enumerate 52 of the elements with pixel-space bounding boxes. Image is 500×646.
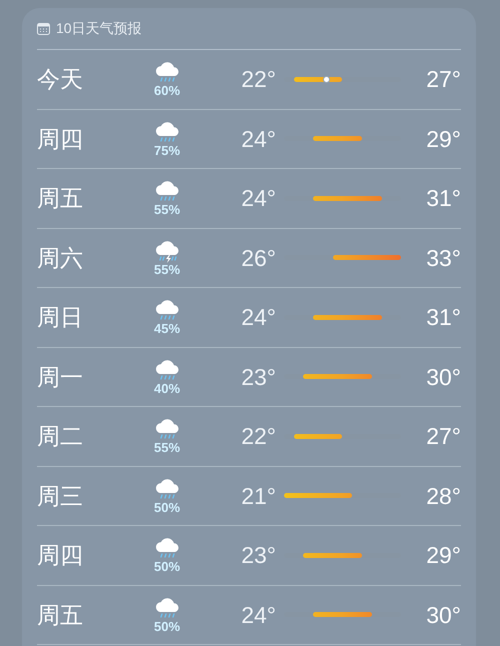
low-temperature: 24°: [240, 124, 277, 154]
high-temperature: 29°: [425, 541, 461, 570]
day-label: 周四: [37, 541, 84, 570]
precipitation-chance: 55%: [154, 262, 180, 277]
high-temperature: 29°: [425, 124, 461, 154]
day-label: 今天: [37, 65, 84, 94]
temperature-range-bar: [313, 136, 362, 142]
low-temperature: 22°: [240, 422, 277, 451]
high-temperature: 30°: [425, 362, 461, 392]
temperature-range-bar: [294, 434, 342, 439]
high-temperature: 30°: [425, 600, 461, 630]
day-label: 周五: [37, 600, 84, 630]
day-label: 周日: [37, 303, 84, 332]
precipitation-chance: 40%: [154, 382, 180, 396]
precipitation-chance: 50%: [154, 620, 180, 634]
temperature-range-bar: [313, 314, 382, 320]
low-temperature: 26°: [240, 244, 277, 272]
temperature-range-bar: [313, 196, 382, 201]
high-temperature: 33°: [425, 244, 461, 272]
low-temperature: 24°: [240, 600, 277, 630]
low-temperature: 24°: [240, 184, 277, 213]
low-temperature: 24°: [240, 303, 277, 332]
day-label: 周一: [37, 362, 84, 392]
temperature-range-bar: [303, 374, 372, 380]
low-temperature: 22°: [240, 65, 277, 94]
precipitation-chance: 60%: [154, 84, 180, 98]
temperature-range-bar: [332, 255, 401, 260]
high-temperature: 28°: [425, 482, 461, 510]
precipitation-chance: 75%: [154, 144, 180, 158]
low-temperature: 23°: [240, 541, 277, 570]
high-temperature: 27°: [425, 422, 461, 451]
precipitation-chance: 50%: [154, 500, 180, 515]
temperature-range-bar: [303, 552, 362, 558]
precipitation-chance: 50%: [154, 560, 180, 574]
calendar-icon: [37, 22, 50, 34]
precipitation-chance: 55%: [154, 441, 180, 456]
card-title: 10日天气预报: [56, 19, 142, 38]
day-label: 周四: [37, 124, 84, 154]
day-label: 周五: [37, 184, 84, 213]
day-label: 周三: [37, 482, 84, 510]
low-temperature: 23°: [240, 362, 277, 392]
temperature-range-bar: [294, 76, 342, 82]
temperature-range-bar: [284, 493, 352, 498]
temperature-range-bar: [313, 612, 372, 618]
precipitation-chance: 55%: [154, 203, 180, 218]
high-temperature: 31°: [425, 303, 461, 332]
precipitation-chance: 45%: [154, 322, 180, 336]
low-temperature: 21°: [240, 482, 277, 510]
day-label: 周二: [37, 422, 84, 451]
high-temperature: 27°: [425, 65, 461, 94]
day-label: 周六: [37, 244, 84, 272]
high-temperature: 31°: [425, 184, 461, 213]
